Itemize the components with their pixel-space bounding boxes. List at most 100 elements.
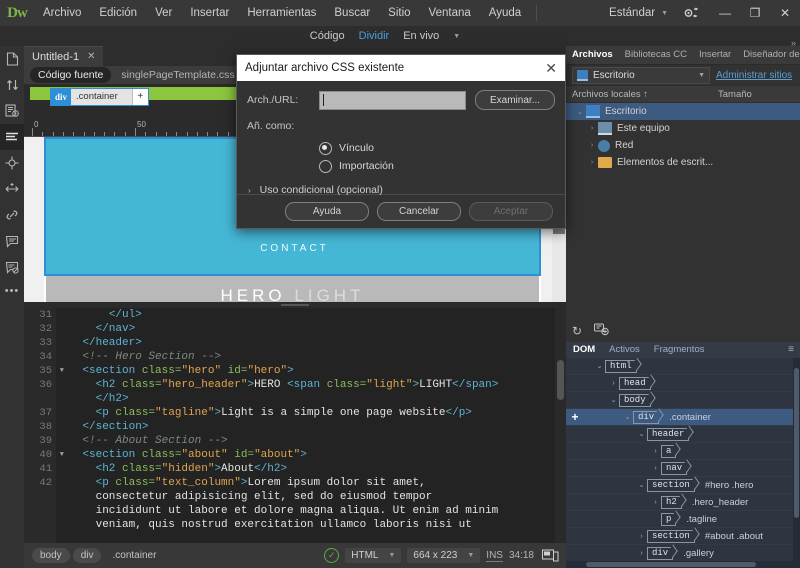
manage-sites-link[interactable]: Administrar sitios [716,70,792,81]
add-class-icon[interactable]: + [132,89,148,105]
code-text-area[interactable]: </ul> </nav> </header> <!-- Hero Section… [56,308,566,543]
file-tree-row[interactable]: ›Elementos de escrit... [566,154,800,171]
dom-twisty-icon[interactable]: ⌄ [636,481,647,489]
remove-comment-icon[interactable] [0,254,24,280]
code-line[interactable]: </nav> [56,322,566,336]
menu-archivo[interactable]: Archivo [34,0,90,26]
close-icon[interactable]: ✕ [87,51,95,62]
document-tab-untitled-1[interactable]: Untitled-1 ✕ [24,46,103,66]
tab-disenador-css[interactable]: Diseñador de CSS [737,46,800,64]
link-icon[interactable] [0,202,24,228]
code-line[interactable]: <p class="text_column">Lorem ipsum dolor… [56,476,566,490]
dom-tree-node[interactable]: ›a [566,443,793,460]
code-line[interactable]: veniam, quis nostrud exercitation ullamc… [56,518,566,532]
dom-tree-node[interactable]: ›nav [566,460,793,477]
dom-twisty-icon[interactable]: ⌄ [594,362,605,370]
dom-tree-node[interactable]: ›h2.hero_header [566,494,793,511]
refresh-icon[interactable]: ↻ [572,324,582,338]
dom-twisty-icon[interactable]: › [636,550,647,557]
add-element-icon[interactable]: + [569,410,581,424]
element-display-badge[interactable]: div .container + [50,88,149,106]
comment-icon[interactable] [0,228,24,254]
collapse-panels-icon[interactable]: » [791,38,796,48]
file-url-input[interactable] [319,91,466,110]
dom-twisty-icon[interactable]: › [636,533,647,540]
menu-edicion[interactable]: Edición [90,0,146,26]
dom-tree-node[interactable]: ⌄body [566,392,793,409]
dom-scrollbar-thumb[interactable] [794,368,799,518]
menu-ver[interactable]: Ver [146,0,181,26]
code-scrollbar[interactable] [555,308,566,543]
tree-twisty-icon[interactable]: › [586,159,598,166]
dom-twisty-icon[interactable]: › [608,380,619,387]
column-size[interactable]: Tamaño [718,89,800,100]
column-local-files[interactable]: Archivos locales ↑ [566,89,718,100]
view-mode-chevron-down-icon[interactable]: ▼ [453,33,460,40]
validation-check-icon[interactable]: ✓ [324,548,339,563]
files-tree[interactable]: ⌄Escritorio›Este equipo›Red›Elementos de… [566,103,800,171]
view-mode-dividir[interactable]: Dividir [359,30,390,42]
close-icon[interactable]: ✕ [545,61,557,75]
insert-mode-indicator[interactable]: INS [486,550,503,562]
help-button[interactable]: Ayuda [285,202,369,221]
inspect-icon[interactable] [0,124,24,150]
dom-twisty-icon[interactable]: › [650,465,661,472]
tab-insertar[interactable]: Insertar [693,46,737,64]
breadcrumb-body[interactable]: body [32,548,70,563]
dom-tree-node[interactable]: p.tagline [566,511,793,528]
tree-twisty-icon[interactable]: › [586,125,598,132]
preferences-gear-icon[interactable] [676,0,706,26]
dom-twisty-icon[interactable]: › [650,499,661,506]
doctype-select[interactable]: HTML ▼ [345,548,401,563]
minimize-button[interactable]: — [710,0,740,26]
dom-tree[interactable]: ⌄html›head⌄body+⌄div.container⌄header›a›… [566,358,793,563]
view-mode-envivo[interactable]: En vivo [403,30,439,42]
crosshair-icon[interactable] [0,150,24,176]
tree-twisty-icon[interactable]: › [586,142,598,149]
code-scrollbar-thumb[interactable] [557,360,564,400]
code-line[interactable]: incididunt ut labore et dolore magna ali… [56,504,566,518]
radio-vinculo[interactable] [319,142,332,155]
open-documents-icon[interactable] [0,46,24,72]
inspect-dom-icon[interactable] [594,323,609,339]
dom-twisty-icon[interactable]: ⌄ [622,413,633,421]
close-button[interactable]: ✕ [770,0,800,26]
code-line[interactable]: <!-- Hero Section --> [56,350,566,364]
code-line[interactable]: </section> [56,420,566,434]
dom-twisty-icon[interactable]: › [650,448,661,455]
dom-hscrollbar[interactable] [566,561,800,568]
breadcrumb-div[interactable]: div [73,548,102,563]
workspace-switcher[interactable]: Estándar ▼ [601,7,676,19]
tab-activos[interactable]: Activos [602,342,647,358]
code-line[interactable]: consectetur adipisicing elit, sed do eiu… [56,490,566,504]
radio-row-vinculo[interactable]: Vínculo [319,139,565,157]
dom-twisty-icon[interactable]: ⌄ [608,396,619,404]
dom-scrollbar[interactable] [793,358,800,563]
resize-width-icon[interactable] [0,176,24,202]
dom-tree-node[interactable]: ›section#about .about [566,528,793,545]
tree-twisty-icon[interactable]: ⌄ [574,108,586,116]
dom-tree-node[interactable]: ⌄header [566,426,793,443]
menu-insertar[interactable]: Insertar [181,0,238,26]
code-line[interactable]: <h2 class="hidden">About</h2> [56,462,566,476]
radio-row-importacion[interactable]: Importación [319,157,565,175]
tab-fragmentos[interactable]: Fragmentos [647,342,712,358]
site-select[interactable]: Escritorio ▼ [572,67,710,84]
dom-tree-node[interactable]: ›div.gallery [566,545,793,562]
breadcrumb-container[interactable]: .container [104,548,164,563]
file-tree-row[interactable]: ⌄Escritorio [566,103,800,120]
file-tree-row[interactable]: ›Red [566,137,800,154]
code-line[interactable]: <section class="hero" id="hero"> [56,364,566,378]
code-line[interactable]: <h2 class="hero_header">HERO <span class… [56,378,566,392]
menu-herramientas[interactable]: Herramientas [238,0,325,26]
browse-button[interactable]: Examinar... [475,90,555,110]
cancel-button[interactable]: Cancelar [377,202,461,221]
menu-sitio[interactable]: Sitio [379,0,419,26]
device-preview-icon[interactable] [540,548,560,564]
related-file-css[interactable]: singlePageTemplate.css [113,67,242,83]
code-line[interactable]: <!-- About Section --> [56,434,566,448]
file-tree-row[interactable]: ›Este equipo [566,120,800,137]
code-view[interactable]: 3132333435▼3637383940▼4142 </ul> </nav> … [24,308,566,543]
code-line[interactable]: </ul> [56,308,566,322]
menu-buscar[interactable]: Buscar [325,0,379,26]
